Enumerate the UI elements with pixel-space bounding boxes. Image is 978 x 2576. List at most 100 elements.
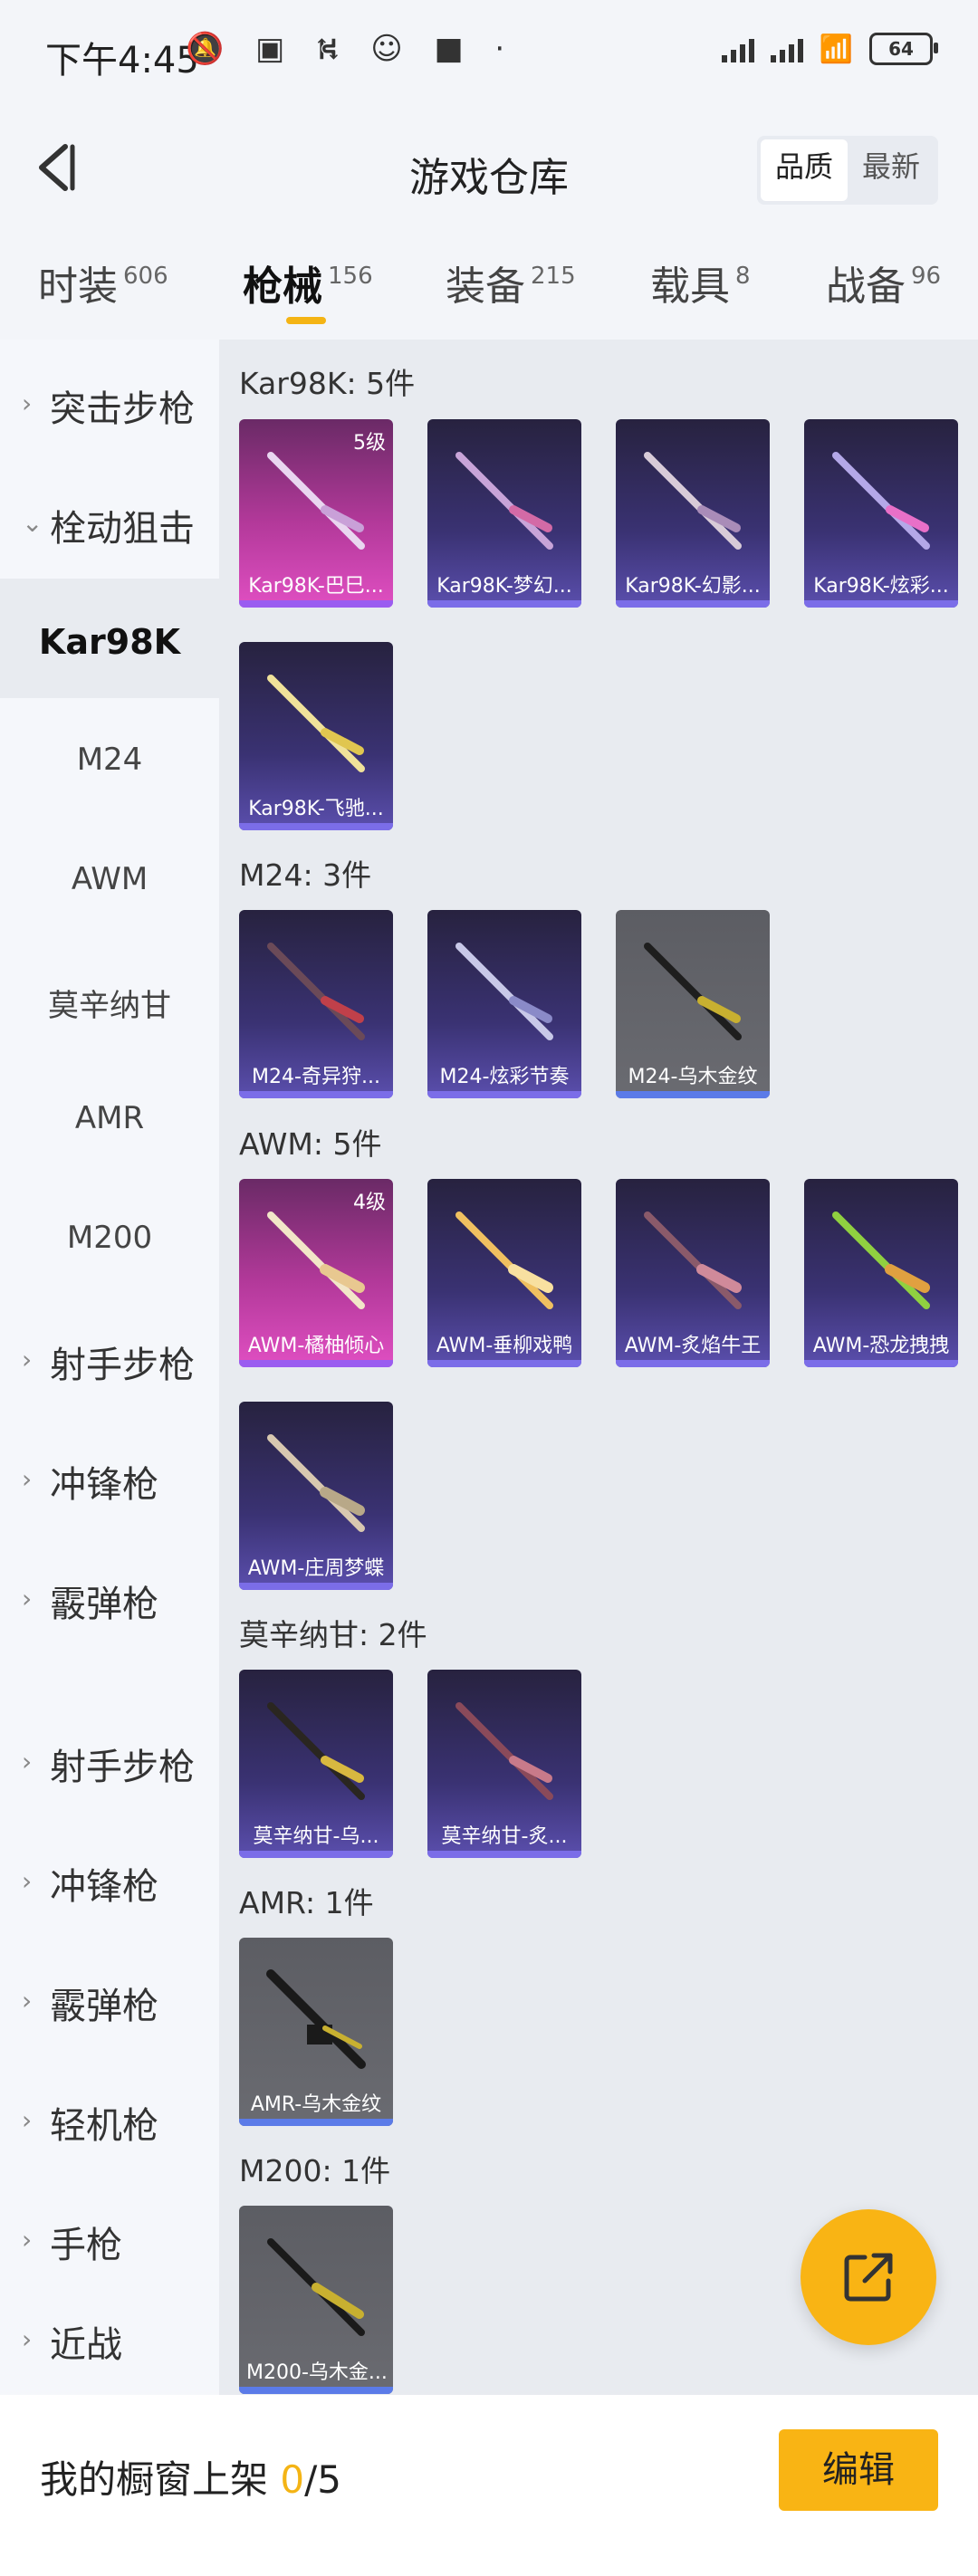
rarity-bar	[239, 600, 393, 608]
chevron-right-icon: ›	[22, 2324, 33, 2354]
tab-count: 96	[911, 263, 942, 290]
rarity-bar	[427, 600, 581, 608]
sidebar-item-marksman-rifle-2[interactable]: › 射手步枪	[0, 1698, 219, 1817]
weapon-card[interactable]: AWM-恐龙拽拽	[804, 1179, 958, 1367]
weapon-card[interactable]: 4级 AWM-橘柚倾心	[239, 1179, 393, 1367]
sidebar-item-amr[interactable]: AMR	[0, 1057, 219, 1176]
sort-quality-button[interactable]: 品质	[760, 139, 848, 201]
weapon-card[interactable]: Kar98K-幻影...	[616, 419, 770, 608]
weapon-name: AMR-乌木金纹	[250, 2093, 382, 2116]
tab-count: 215	[531, 263, 576, 290]
weapon-card[interactable]: AWM-庄周梦蝶	[239, 1402, 393, 1590]
tab-vehicles[interactable]: 载具 8	[650, 254, 751, 311]
weapon-name: Kar98K-飞驰...	[248, 798, 384, 820]
weapon-card[interactable]: M24-奇异狩...	[239, 910, 393, 1098]
status-time: 下午4:45	[45, 40, 199, 81]
chevron-down-icon: ⌄	[22, 508, 43, 538]
edit-button[interactable]: 编辑	[779, 2429, 938, 2511]
rifle-icon	[267, 2238, 365, 2336]
sidebar-item-label: Kar98K	[38, 622, 181, 662]
chevron-right-icon: ›	[22, 1584, 33, 1614]
weapon-name: Kar98K-巴巳...	[248, 575, 384, 598]
group-title: AWM: 5件	[239, 1126, 382, 1162]
sidebar-item-awm[interactable]: AWM	[0, 818, 219, 937]
sidebar-item-label: AWM	[71, 861, 149, 897]
tab-label: 载具	[650, 263, 730, 310]
rifle-icon	[832, 452, 930, 550]
rifle-icon	[267, 1702, 365, 1800]
showcase-text: 我的橱窗上架	[40, 2457, 269, 2502]
tab-fashion[interactable]: 时装 606	[38, 254, 168, 311]
sidebar-item-label: 霰弹枪	[50, 1584, 158, 1625]
tab-supplies[interactable]: 战备 96	[826, 254, 941, 311]
sidebar-item-bolt-sniper[interactable]: ⌄ 栓动狙击	[0, 459, 219, 579]
chevron-right-icon: ›	[22, 1747, 33, 1776]
rarity-bar	[804, 600, 958, 608]
tab-active-indicator	[286, 317, 326, 324]
rarity-bar	[616, 600, 770, 608]
sidebar-item-marksman-rifle[interactable]: › 射手步枪	[0, 1296, 219, 1415]
weapon-card[interactable]: AWM-炙焰牛王	[616, 1179, 770, 1367]
level-badge: 4级	[353, 1192, 386, 1214]
sidebar-item-mosin[interactable]: 莫辛纳甘	[0, 937, 219, 1057]
tab-label: 战备	[826, 263, 906, 310]
rarity-bar	[239, 823, 393, 830]
sidebar-item-assault-rifle[interactable]: › 突击步枪	[0, 340, 219, 459]
sidebar-item-label: 手枪	[50, 2225, 122, 2266]
weapon-name: AWM-垂柳戏鸭	[436, 1335, 573, 1357]
weapon-card[interactable]: Kar98K-飞驰...	[239, 642, 393, 830]
sidebar-item-lmg[interactable]: › 轻机枪	[0, 2056, 219, 2176]
sort-newest-button[interactable]: 最新	[848, 139, 935, 201]
weapon-sidebar: › 突击步枪 ⌄ 栓动狙击 Kar98K M24 AWM 莫辛纳甘 AMR M200…	[0, 340, 219, 2395]
weapon-name: 莫辛纳甘-炙...	[441, 1825, 568, 1848]
signal-icon-2	[770, 35, 803, 62]
tab-count: 8	[735, 263, 751, 290]
weapon-card[interactable]: M200-乌木金...	[239, 2206, 393, 2394]
tab-label: 装备	[446, 263, 525, 310]
sidebar-item-melee[interactable]: › 近战	[0, 2275, 219, 2395]
weapon-name: M24-奇异狩...	[252, 1066, 380, 1088]
sidebar-item-kar98k[interactable]: Kar98K	[0, 579, 219, 698]
rarity-bar	[239, 1091, 393, 1098]
weapon-name: AWM-恐龙拽拽	[812, 1335, 950, 1357]
signal-icon	[721, 35, 754, 62]
weapon-card[interactable]: Kar98K-梦幻...	[427, 419, 581, 608]
sidebar-item-smg-2[interactable]: › 冲锋枪	[0, 1817, 219, 1937]
sidebar-item-label: 近战	[50, 2324, 122, 2366]
rifle-icon	[267, 1434, 365, 1532]
rifle-icon	[832, 1211, 930, 1309]
weapon-card[interactable]: AWM-垂柳戏鸭	[427, 1179, 581, 1367]
weapon-card[interactable]: 莫辛纳甘-乌...	[239, 1670, 393, 1858]
rifle-icon	[455, 1211, 553, 1309]
share-fab-button[interactable]	[801, 2209, 936, 2345]
weapon-card[interactable]: AMR-乌木金纹	[239, 1938, 393, 2126]
weapon-name: AWM-橘柚倾心	[247, 1335, 385, 1357]
tab-guns[interactable]: 枪械 156	[243, 254, 373, 324]
weapon-card[interactable]: M24-乌木金纹	[616, 910, 770, 1098]
weapon-card[interactable]: 莫辛纳甘-炙...	[427, 1670, 581, 1858]
sidebar-item-label: M200	[66, 1220, 153, 1256]
sidebar-item-m200[interactable]: M200	[0, 1176, 219, 1296]
tab-equipment[interactable]: 装备 215	[446, 254, 576, 311]
tab-label: 时装	[38, 263, 118, 310]
weapon-grid: Kar98K: 5件 5级 Kar98K-巴巳... Kar98K-梦幻... …	[219, 340, 978, 2395]
rifle-icon	[455, 452, 553, 550]
weapon-name: M200-乌木金...	[246, 2361, 388, 2384]
sidebar-item-smg[interactable]: › 冲锋枪	[0, 1415, 219, 1535]
rarity-bar	[427, 1851, 581, 1858]
weapon-card[interactable]: M24-炫彩节奏	[427, 910, 581, 1098]
group-title: AMR: 1件	[239, 1885, 374, 1920]
sort-toggle: 品质 最新	[756, 136, 938, 205]
weapon-card[interactable]: Kar98K-炫彩...	[804, 419, 958, 608]
weapon-card[interactable]: 5级 Kar98K-巴巳...	[239, 419, 393, 608]
chevron-right-icon: ›	[22, 2105, 33, 2135]
sidebar-item-shotgun-2[interactable]: › 霰弹枪	[0, 1937, 219, 2056]
sidebar-item-label: 突击步枪	[50, 388, 195, 430]
sidebar-item-label: 莫辛纳甘	[48, 988, 171, 1024]
group-title: M24: 3件	[239, 857, 372, 893]
weapon-name: 莫辛纳甘-乌...	[253, 1825, 379, 1848]
weapon-name: Kar98K-幻影...	[625, 575, 761, 598]
sidebar-item-m24[interactable]: M24	[0, 698, 219, 818]
sidebar-item-shotgun[interactable]: › 霰弹枪	[0, 1535, 219, 1654]
sidebar-item-label: 霰弹枪	[50, 1986, 158, 2027]
